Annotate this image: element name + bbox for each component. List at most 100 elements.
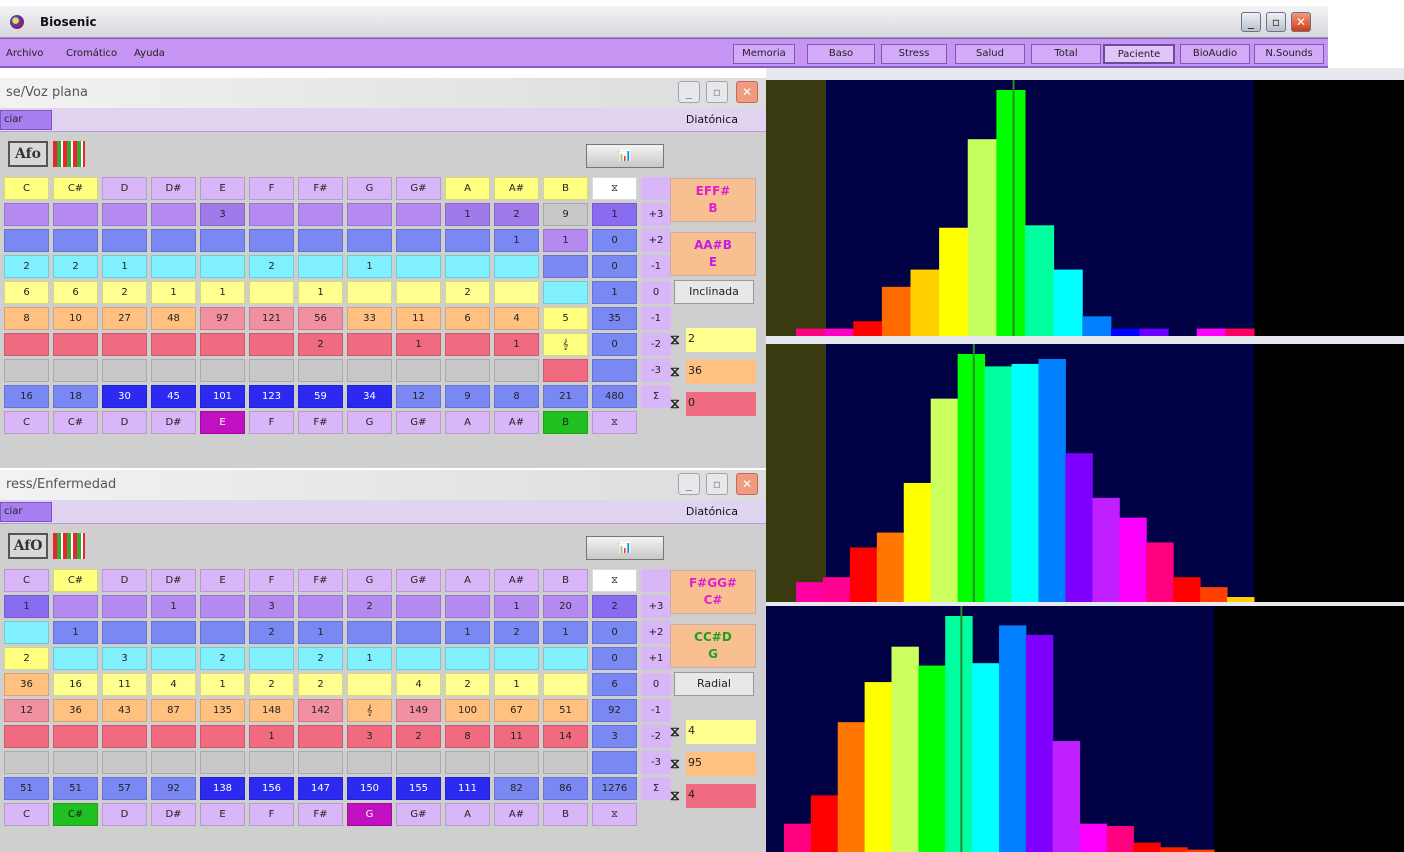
stat-box[interactable]: 36 [686, 360, 756, 384]
matrix-cell[interactable] [494, 281, 539, 304]
matrix-cell[interactable]: 1 [298, 281, 343, 304]
stat-box[interactable]: 95 [686, 752, 756, 776]
matrix-cell[interactable]: 6 [592, 673, 637, 696]
matrix-cell[interactable]: D# [151, 177, 196, 200]
matrix-cell[interactable]: E [200, 411, 245, 434]
matrix-cell[interactable]: 12 [396, 385, 441, 408]
matrix-cell[interactable]: 86 [543, 777, 588, 800]
matrix-cell[interactable]: 5 [543, 307, 588, 330]
matrix-cell[interactable]: C [4, 569, 49, 592]
matrix-cell[interactable]: 57 [102, 777, 147, 800]
matrix-cell[interactable]: 67 [494, 699, 539, 722]
matrix-cell[interactable] [347, 203, 392, 226]
matrix-cell[interactable] [347, 751, 392, 774]
matrix-cell[interactable] [151, 647, 196, 670]
matrix-cell[interactable]: 135 [200, 699, 245, 722]
matrix-cell[interactable]: 1 [543, 229, 588, 252]
matrix-cell[interactable] [445, 333, 490, 356]
matrix-cell[interactable]: 1 [592, 281, 637, 304]
matrix-cell[interactable]: 6 [4, 281, 49, 304]
matrix-cell[interactable]: 0 [641, 673, 671, 696]
matrix-cell[interactable] [249, 359, 294, 382]
matrix-cell[interactable]: 16 [4, 385, 49, 408]
matrix-cell[interactable]: E [200, 803, 245, 826]
matrix-cell[interactable] [102, 203, 147, 226]
matrix-cell[interactable]: 2 [4, 647, 49, 670]
matrix-cell[interactable] [445, 595, 490, 618]
stat-box[interactable]: 4 [686, 784, 756, 808]
matrix-cell[interactable]: 45 [151, 385, 196, 408]
matrix-cell[interactable]: 4 [396, 673, 441, 696]
matrix-cell[interactable]: 8 [4, 307, 49, 330]
matrix-cell[interactable]: D [102, 411, 147, 434]
matrix-cell[interactable]: 2 [396, 725, 441, 748]
matrix-cell[interactable]: 0 [592, 229, 637, 252]
matrix-cell[interactable]: F [249, 411, 294, 434]
matrix-cell[interactable]: 97 [200, 307, 245, 330]
matrix-cell[interactable]: 51 [4, 777, 49, 800]
matrix-cell[interactable]: 150 [347, 777, 392, 800]
matrix-cell[interactable]: F# [298, 411, 343, 434]
matrix-cell[interactable]: 0 [592, 621, 637, 644]
mode-button-memoria[interactable]: Memoria [733, 44, 795, 64]
matrix-cell[interactable] [298, 255, 343, 278]
matrix-cell[interactable]: B [543, 803, 588, 826]
stat-box[interactable]: 0 [686, 392, 756, 416]
matrix-cell[interactable]: +1 [641, 647, 671, 670]
matrix-cell[interactable]: A# [494, 803, 539, 826]
matrix-cell[interactable] [298, 359, 343, 382]
matrix-cell[interactable] [102, 359, 147, 382]
matrix-cell[interactable]: 3 [592, 725, 637, 748]
matrix-cell[interactable]: 87 [151, 699, 196, 722]
matrix-cell[interactable]: 48 [151, 307, 196, 330]
bar-chart-button[interactable]: 📊 [586, 144, 664, 168]
panel-close-button[interactable]: ✕ [736, 473, 758, 495]
matrix-cell[interactable] [543, 255, 588, 278]
matrix-cell[interactable]: 12 [4, 699, 49, 722]
matrix-cell[interactable] [249, 229, 294, 252]
matrix-cell[interactable]: C# [53, 177, 98, 200]
matrix-cell[interactable]: 0 [592, 647, 637, 670]
menu-ayuda[interactable]: Ayuda [134, 48, 165, 59]
matrix-cell[interactable]: 121 [249, 307, 294, 330]
matrix-cell[interactable]: 10 [53, 307, 98, 330]
matrix-cell[interactable] [200, 229, 245, 252]
matrix-cell[interactable]: -1 [641, 699, 671, 722]
matrix-cell[interactable]: 35 [592, 307, 637, 330]
matrix-cell[interactable]: 2 [445, 281, 490, 304]
matrix-cell[interactable] [53, 751, 98, 774]
matrix-cell[interactable]: 1 [200, 673, 245, 696]
matrix-cell[interactable]: 43 [102, 699, 147, 722]
matrix-cell[interactable]: -2 [641, 725, 671, 748]
matrix-cell[interactable]: B [543, 177, 588, 200]
matrix-cell[interactable]: 20 [543, 595, 588, 618]
matrix-cell[interactable] [396, 595, 441, 618]
matrix-cell[interactable] [4, 359, 49, 382]
matrix-cell[interactable] [396, 359, 441, 382]
matrix-cell[interactable]: 18 [53, 385, 98, 408]
matrix-cell[interactable] [592, 751, 637, 774]
matrix-cell[interactable]: A# [494, 569, 539, 592]
matrix-cell[interactable]: 1 [102, 255, 147, 278]
matrix-cell[interactable]: D [102, 177, 147, 200]
matrix-cell[interactable]: 1 [298, 621, 343, 644]
matrix-cell[interactable]: 3 [249, 595, 294, 618]
matrix-cell[interactable] [53, 333, 98, 356]
matrix-cell[interactable] [641, 569, 671, 592]
matrix-cell[interactable]: 2 [494, 203, 539, 226]
matrix-cell[interactable]: 6 [445, 307, 490, 330]
matrix-cell[interactable]: 1 [53, 621, 98, 644]
matrix-cell[interactable]: 0 [641, 281, 671, 304]
matrix-cell[interactable]: 2 [102, 281, 147, 304]
matrix-cell[interactable] [396, 647, 441, 670]
matrix-cell[interactable] [151, 725, 196, 748]
matrix-cell[interactable]: 480 [592, 385, 637, 408]
matrix-cell[interactable] [200, 255, 245, 278]
matrix-cell[interactable]: D [102, 569, 147, 592]
matrix-cell[interactable]: 59 [298, 385, 343, 408]
matrix-cell[interactable] [592, 359, 637, 382]
matrix-cell[interactable] [53, 359, 98, 382]
matrix-cell[interactable]: ⧖ [592, 569, 637, 592]
matrix-cell[interactable]: 1 [445, 203, 490, 226]
matrix-cell[interactable] [543, 281, 588, 304]
